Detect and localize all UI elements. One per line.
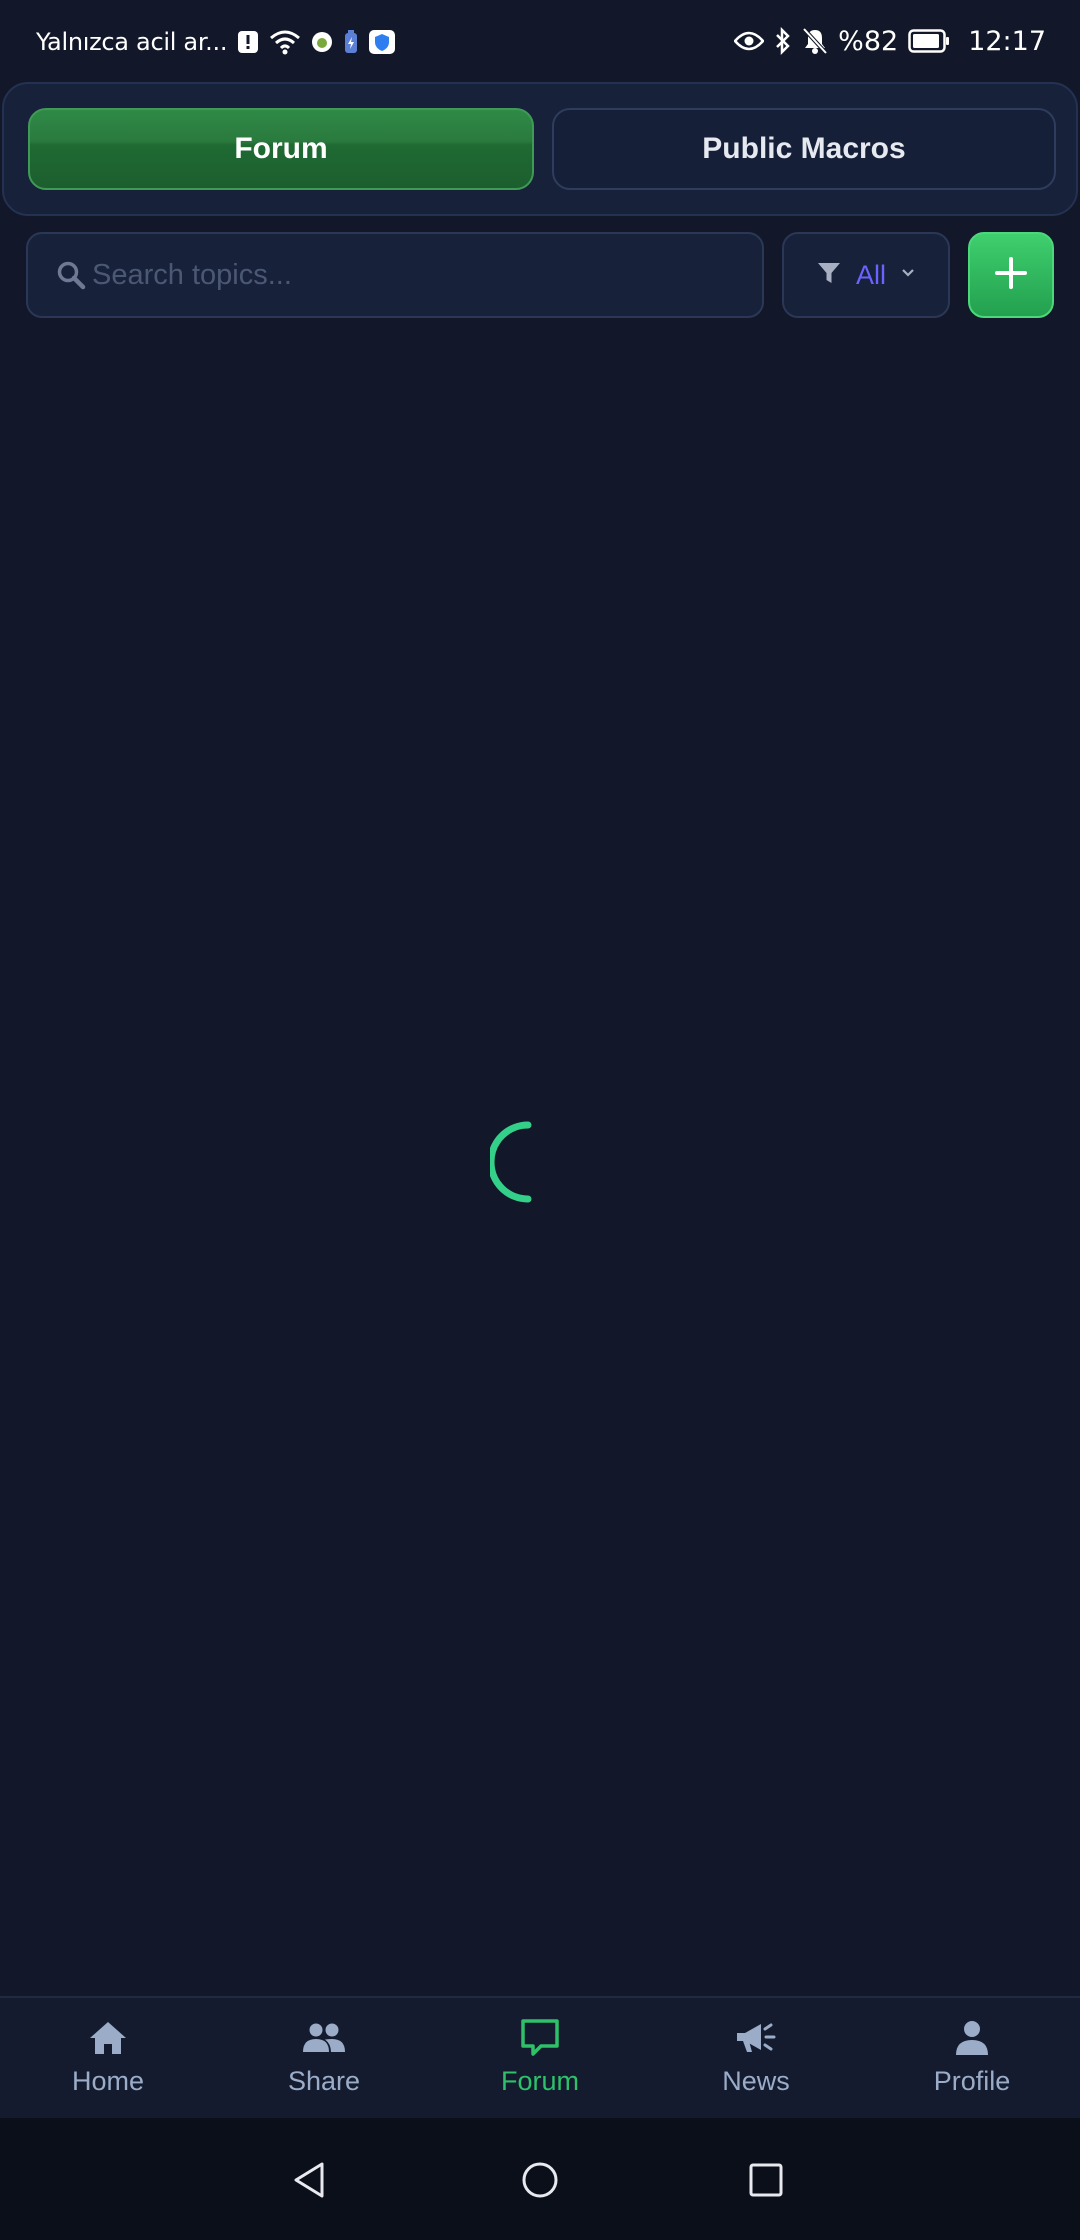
nav-label-share: Share — [287, 2066, 361, 2096]
bottom-navigation: Home Share Forum News Profile — [0, 1996, 1080, 2118]
bell-off-icon — [802, 27, 828, 55]
filter-icon — [816, 260, 842, 291]
people-icon — [301, 2016, 347, 2060]
shield-icon — [369, 30, 396, 54]
carrier-text: Yalnızca acil ar... — [36, 28, 228, 56]
back-icon[interactable] — [288, 2158, 332, 2202]
tab-public-macros[interactable]: Public Macros — [552, 108, 1056, 190]
system-navigation-bar — [0, 2118, 1080, 2240]
nav-item-share[interactable]: Share — [216, 1998, 432, 2120]
status-bar: Yalnızca acil ar... %82 12:17 — [0, 0, 1080, 80]
home-circle-icon[interactable] — [518, 2158, 562, 2202]
person-icon — [954, 2016, 990, 2060]
filter-dropdown[interactable]: All — [782, 232, 950, 318]
battery-saver-icon — [343, 30, 359, 54]
bluetooth-icon — [774, 27, 792, 55]
megaphone-icon — [734, 2016, 778, 2060]
tab-bar: Forum Public Macros — [2, 82, 1078, 216]
tab-forum[interactable]: Forum — [28, 108, 534, 190]
nav-label-profile: Profile — [933, 2066, 1011, 2096]
clock: 12:17 — [968, 25, 1046, 57]
wifi-icon — [269, 29, 301, 55]
recents-icon[interactable] — [744, 2158, 788, 2202]
alert-icon — [237, 30, 259, 54]
nav-label-home: Home — [71, 2066, 145, 2096]
app-status-icon — [311, 31, 333, 53]
home-icon — [88, 2016, 128, 2060]
nav-item-forum[interactable]: Forum — [432, 1998, 648, 2120]
status-bar-right: %82 12:17 — [734, 20, 1046, 62]
nav-item-news[interactable]: News — [648, 1998, 864, 2120]
spinner-icon — [487, 1120, 574, 1204]
search-icon — [56, 260, 86, 295]
nav-label-news: News — [722, 2066, 790, 2096]
add-topic-button[interactable] — [968, 232, 1054, 318]
search-box[interactable] — [26, 232, 764, 318]
chevron-down-icon — [900, 266, 916, 284]
nav-item-profile[interactable]: Profile — [864, 1998, 1080, 2120]
search-input[interactable] — [92, 234, 742, 316]
eye-icon — [734, 31, 765, 51]
status-bar-left: Yalnızca acil ar... — [36, 22, 396, 62]
battery-icon — [908, 29, 950, 53]
chat-icon — [519, 2016, 561, 2060]
nav-label-forum: Forum — [500, 2066, 579, 2096]
nav-item-home[interactable]: Home — [0, 1998, 216, 2120]
filter-label: All — [855, 259, 886, 290]
plus-icon — [994, 256, 1028, 295]
battery-percent: %82 — [838, 25, 899, 57]
